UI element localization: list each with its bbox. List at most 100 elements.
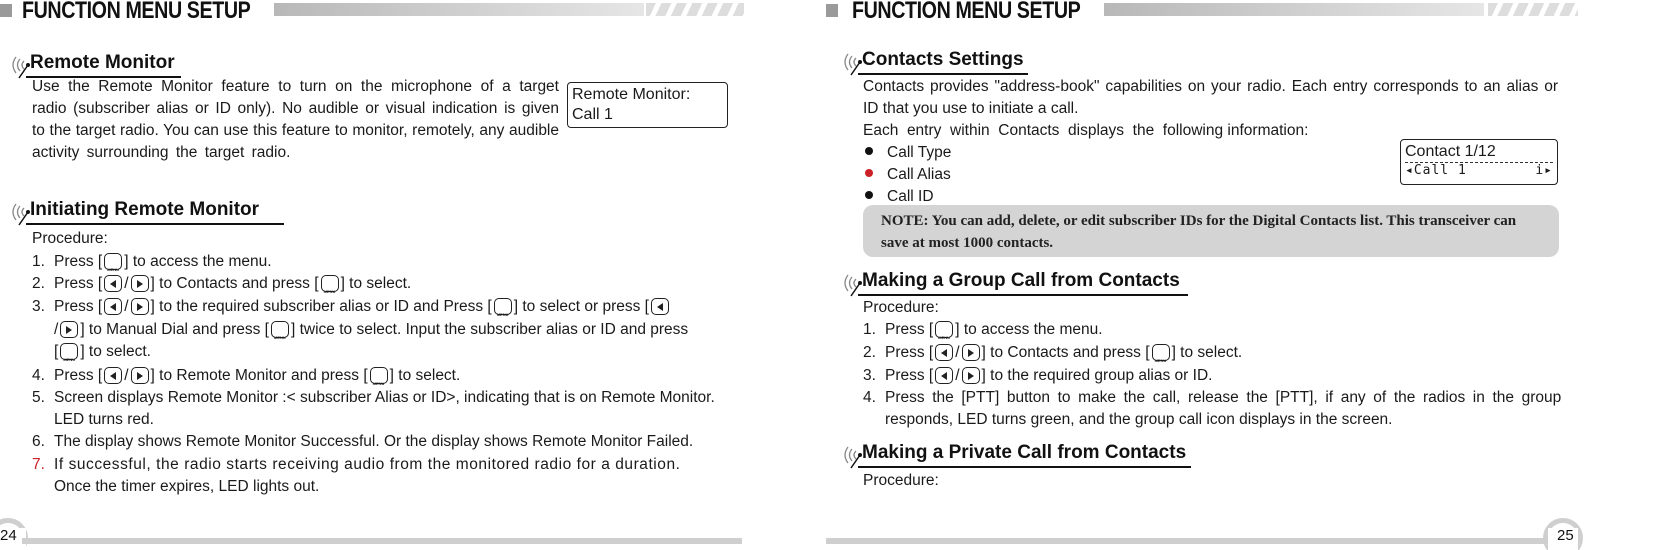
- right-arrow-key-icon: [130, 275, 149, 292]
- page-header: FUNCTION MENU SETUP: [0, 0, 800, 24]
- bullet-call-type: Call Type: [865, 142, 951, 164]
- left-arrow-key-icon: [650, 298, 669, 315]
- heading-text: Remote Monitor: [30, 52, 175, 73]
- left-arrow-key-icon: [104, 275, 123, 292]
- step-text: The display shows Remote Monitor Success…: [54, 433, 694, 450]
- page-header: FUNCTION MENU SETUP: [826, 0, 1673, 24]
- step-text: [: [54, 343, 59, 360]
- step-text: ] to Contacts and press [: [981, 344, 1150, 361]
- header-title: FUNCTION MENU SETUP: [852, 0, 1081, 24]
- section-heading-initiating-remote-monitor: Initiating Remote Monitor: [8, 199, 288, 227]
- menu-key-icon: [935, 321, 954, 349]
- procedure-label: Procedure:: [863, 472, 939, 489]
- group-step-4-line-2: responds, LED turns green, and the group…: [885, 411, 1393, 428]
- menu-key-icon: [493, 298, 512, 326]
- footer-bar: [826, 538, 1556, 544]
- step-text: Press [: [885, 344, 934, 361]
- menu-key-icon: [369, 367, 388, 395]
- group-step-1: 1. Press [ ] to access the menu.: [863, 319, 1103, 349]
- contacts-line-3: Each entry within Contacts displays the …: [863, 122, 1309, 139]
- remote-monitor-line-2: radio (subscriber alias or ID only). No …: [32, 100, 559, 117]
- lcd-call-label: ◂Call 1: [1405, 163, 1467, 178]
- step-text: ] to select.: [80, 343, 151, 360]
- footer-bar: [22, 538, 742, 544]
- menu-key-icon: [104, 253, 123, 281]
- heading-text: Making a Group Call from Contacts: [862, 270, 1180, 291]
- step-text: ] to select.: [340, 275, 412, 292]
- procedure-label: Procedure:: [32, 230, 108, 247]
- right-arrow-key-icon: [961, 344, 980, 361]
- left-arrow-key-icon: [104, 367, 123, 384]
- step-5-line-2: LED turns red.: [54, 411, 154, 428]
- step-text: ] to access the menu.: [124, 253, 272, 270]
- step-6: 6. The display shows Remote Monitor Succe…: [32, 431, 693, 453]
- header-bar: [1104, 3, 1484, 16]
- menu-key-icon: [60, 343, 79, 371]
- header-square-icon: [0, 4, 12, 17]
- step-text: Press [: [885, 321, 934, 338]
- heading-text: Contacts Settings: [862, 49, 1024, 70]
- left-arrow-key-icon: [935, 367, 954, 384]
- step-text: If successful, the radio starts receivin…: [54, 456, 681, 473]
- bullet-dot-icon: [865, 169, 873, 177]
- step-number: 3.: [32, 298, 45, 315]
- heading-underline: [858, 466, 1191, 468]
- menu-key-icon: [271, 321, 289, 349]
- step-number: 6.: [32, 433, 45, 450]
- step-text: ] twice to select. Input the subscriber …: [291, 321, 689, 338]
- step-text: ] to the required subscriber alias or ID…: [150, 298, 492, 315]
- lcd-line-2: Call 1: [572, 106, 613, 123]
- step-text: Press [: [885, 367, 934, 384]
- bullet-dot-icon: [865, 147, 873, 155]
- group-step-4: 4. Press the [PTT] button to make the cal…: [863, 387, 1562, 409]
- bullet-text: Call Alias: [887, 166, 951, 183]
- step-text: ] to select.: [1171, 344, 1243, 361]
- step-text: Press [: [54, 275, 103, 292]
- remote-monitor-line-3: to the target radio. You can use this fe…: [32, 122, 559, 139]
- bullet-text: Call Type: [887, 144, 952, 161]
- group-step-2: 2.Press [/] to Contacts and press [] to …: [863, 342, 1243, 372]
- section-heading-private-call: Making a Private Call from Contacts: [840, 442, 1191, 470]
- step-text: Press the [PTT] button to make the call,…: [885, 389, 1562, 406]
- step-text: ] to access the menu.: [955, 321, 1103, 338]
- step-number: 7.: [32, 456, 45, 473]
- bullet-call-alias: Call Alias: [865, 164, 951, 186]
- page-number: 25: [1557, 527, 1574, 544]
- step-text: Press [: [54, 253, 103, 270]
- step-number: 5.: [32, 389, 45, 406]
- right-arrow-key-icon: [130, 298, 149, 315]
- step-text: Press [: [54, 367, 103, 384]
- menu-key-icon: [320, 275, 339, 303]
- header-stripes: [646, 3, 744, 16]
- step-number: 1.: [863, 321, 876, 338]
- step-text: ] to Contacts and press [: [150, 275, 319, 292]
- heading-underline: [858, 73, 1028, 75]
- contacts-line-1: Contacts provides "address-book" capabil…: [863, 78, 1558, 95]
- step-number: 2.: [863, 344, 876, 361]
- header-square-icon: [826, 4, 838, 17]
- step-text: ] to the required group alias or ID.: [981, 367, 1213, 384]
- step-3-line-3: [ ] to select.: [54, 341, 151, 371]
- step-3: 3. Press [/] to the required subscriber a…: [32, 296, 671, 326]
- note-box: NOTE: You can add, delete, or edit subsc…: [863, 205, 1559, 257]
- remote-monitor-line-1: Use the Remote Monitor feature to turn o…: [32, 78, 559, 95]
- step-text: ] to Manual Dial and press [: [80, 321, 269, 338]
- procedure-label: Procedure:: [863, 299, 939, 316]
- step-text: ] to select.: [389, 367, 461, 384]
- left-arrow-key-icon: [935, 344, 954, 361]
- step-3-line-2: /] to Manual Dial and press [] twice to …: [54, 319, 689, 349]
- remote-monitor-line-4: activity surrounding the target radio.: [32, 144, 291, 161]
- step-number: 2.: [32, 275, 45, 292]
- lcd-line-2: ◂Call 1 i▸: [1405, 163, 1553, 179]
- header-title: FUNCTION MENU SETUP: [22, 0, 251, 24]
- step-number: 3.: [863, 367, 876, 384]
- step-number: 4.: [32, 367, 45, 384]
- header-bar: [274, 3, 644, 16]
- menu-key-icon: [1151, 344, 1170, 372]
- page-24: FUNCTION MENU SETUP Remote Monitor Use t…: [0, 0, 800, 550]
- heading-text: Initiating Remote Monitor: [30, 199, 260, 220]
- step-2: 2.Press [/] to Contacts and press [] to …: [32, 273, 412, 303]
- lcd-line-1: Contact 1/12: [1405, 143, 1496, 160]
- step-text: Press [: [54, 298, 103, 315]
- lcd-remote-monitor: Remote Monitor: Call 1: [567, 82, 728, 128]
